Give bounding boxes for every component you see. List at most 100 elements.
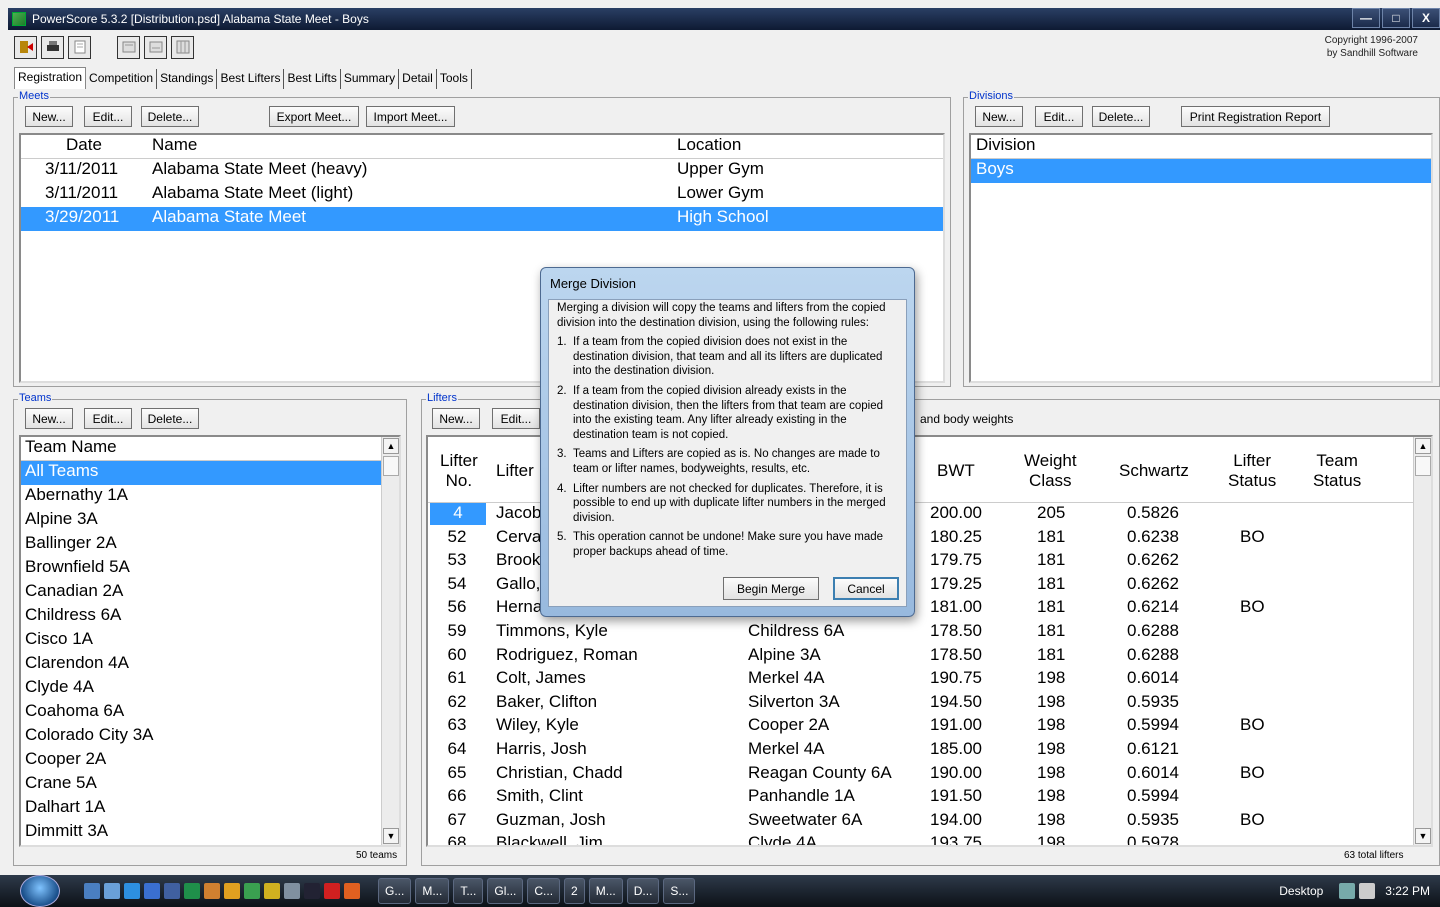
app-launcher-icon[interactable] [164,883,180,899]
column-team-name[interactable]: Team Name [25,437,117,457]
team-row[interactable]: Childress 6A [21,605,381,629]
lifters-scrollbar[interactable]: ▲ ▼ [1413,437,1431,845]
paint-icon[interactable] [204,883,220,899]
lifter-row[interactable]: 66 Smith, Clint Panhandle 1A 191.50 198 0.599… [428,786,1413,810]
team-row[interactable]: Abernathy 1A [21,485,381,509]
column-lifter-no[interactable]: Lifter No. [440,451,478,491]
scroll-thumb[interactable] [1415,456,1431,476]
team-row[interactable]: Cisco 1A [21,629,381,653]
team-row[interactable]: Coahoma 6A [21,701,381,725]
taskbar-item-d[interactable]: D... [626,878,660,904]
column-bwt[interactable]: BWT [937,461,975,481]
tab-best-lifts[interactable]: Best Lifts [284,69,341,89]
column-schwartz[interactable]: Schwartz [1119,461,1189,481]
team-new-button[interactable]: New... [25,408,73,429]
lifter-row[interactable]: 68 Blackwell, Jim Clyde 4A 193.75 198 0.5978 [428,833,1413,845]
grid-icon[interactable] [171,35,194,59]
volume-icon[interactable] [1359,883,1376,899]
begin-merge-button[interactable]: Begin Merge [723,577,819,600]
teams-list[interactable]: Team Name All Teams Abernathy 1A Alpine … [19,435,401,847]
search-icon[interactable] [144,883,160,899]
column-weight-class[interactable]: Weight Class [1024,451,1077,491]
team-row[interactable]: Dimmitt 3A [21,821,381,845]
lifter-row[interactable]: 59 Timmons, Kyle Childress 6A 178.50 181 0.62… [428,621,1413,645]
lifter-row[interactable]: 65 Christian, Chadd Reagan County 6A 190.00… [428,763,1413,787]
meet-row-selected[interactable]: 3/29/2011 Alabama State Meet High School [21,207,943,231]
team-row[interactable]: Crane 5A [21,773,381,797]
team-row[interactable]: Cooper 2A [21,749,381,773]
score-card-icon[interactable] [117,35,140,59]
column-division[interactable]: Division [976,135,1036,155]
meet-edit-button[interactable]: Edit... [84,106,132,127]
tools-icon[interactable] [264,883,280,899]
column-location[interactable]: Location [677,135,741,155]
lifter-row[interactable]: 60 Rodriguez, Roman Alpine 3A 178.50 181 0.62… [428,645,1413,669]
tab-summary[interactable]: Summary [341,69,400,89]
minimize-button[interactable]: — [1352,8,1380,28]
folder-icon[interactable] [224,883,240,899]
taskbar-item-gl[interactable]: Gl... [487,878,524,904]
internet-explorer-icon[interactable] [124,883,140,899]
import-meet-button[interactable]: Import Meet... [366,106,455,127]
taskbar-item-browser[interactable]: G... [378,878,412,904]
switch-windows-icon[interactable] [104,883,120,899]
tab-tools[interactable]: Tools [437,69,472,89]
show-desktop-icon[interactable] [84,883,100,899]
tab-detail[interactable]: Detail [399,69,437,89]
team-row[interactable]: Clyde 4A [21,677,381,701]
taskbar-item-t[interactable]: T... [453,878,484,904]
preview-icon[interactable] [68,35,91,59]
tab-competition[interactable]: Competition [86,69,158,89]
attempt-card-icon[interactable] [144,35,167,59]
scroll-down-arrow-icon[interactable]: ▼ [383,828,399,844]
cancel-button[interactable]: Cancel [833,577,899,600]
team-delete-button[interactable]: Delete... [141,408,199,429]
team-row[interactable]: Dalhart 1A [21,797,381,821]
team-row[interactable]: Colorado City 3A [21,725,381,749]
exit-icon[interactable] [14,35,37,59]
column-date[interactable]: Date [66,135,102,155]
teams-scrollbar[interactable]: ▲ ▼ [381,437,399,845]
lifter-new-button[interactable]: New... [432,408,480,429]
division-delete-button[interactable]: Delete... [1092,106,1150,127]
meet-new-button[interactable]: New... [25,106,73,127]
powerscore-icon[interactable] [244,883,260,899]
tab-standings[interactable]: Standings [157,69,218,89]
division-edit-button[interactable]: Edit... [1035,106,1083,127]
print-icon[interactable] [41,35,64,59]
team-row[interactable]: Clarendon 4A [21,653,381,677]
export-meet-button[interactable]: Export Meet... [269,106,359,127]
team-edit-button[interactable]: Edit... [84,408,132,429]
lifter-row[interactable]: 67 Guzman, Josh Sweetwater 6A 194.00 198 0.59… [428,810,1413,834]
taskbar-item-s[interactable]: S... [663,878,696,904]
team-row-selected[interactable]: All Teams [21,461,381,485]
print-registration-report-button[interactable]: Print Registration Report [1181,106,1330,127]
scroll-up-arrow-icon[interactable]: ▲ [383,438,399,454]
scroll-down-arrow-icon[interactable]: ▼ [1415,828,1431,844]
meet-row[interactable]: 3/11/2011 Alabama State Meet (light) Low… [21,183,943,207]
team-row[interactable]: Brownfield 5A [21,557,381,581]
meet-delete-button[interactable]: Delete... [141,106,199,127]
firefox-icon[interactable] [344,883,360,899]
maximize-button[interactable]: □ [1382,8,1410,28]
taskbar-item-m1[interactable]: M... [415,878,450,904]
close-button[interactable]: X [1412,8,1440,28]
taskbar-item-group[interactable]: 2 [564,878,585,904]
start-orb-icon[interactable] [20,875,60,907]
spreadsheet-icon[interactable] [184,883,200,899]
column-name[interactable]: Name [152,135,197,155]
lifter-row[interactable]: 61 Colt, James Merkel 4A 190.75 198 0.6014 [428,668,1413,692]
title-bar[interactable]: PowerScore 5.3.2 [Distribution.psd] Alab… [8,8,1440,30]
tab-registration[interactable]: Registration [14,67,87,89]
desktop-toolbar[interactable]: Desktop [1279,884,1323,898]
calculator-icon[interactable] [284,883,300,899]
taskbar-item-c[interactable]: C... [527,878,561,904]
taskbar-item-m2[interactable]: M... [588,878,623,904]
lifter-row[interactable]: 62 Baker, Clifton Silverton 3A 194.50 198 0.5… [428,692,1413,716]
division-new-button[interactable]: New... [975,106,1023,127]
scroll-thumb[interactable] [383,456,399,476]
team-row[interactable]: Alpine 3A [21,509,381,533]
column-lifter-status[interactable]: Lifter Status [1228,451,1276,491]
divisions-list[interactable]: Division Boys [969,133,1433,383]
lifter-row[interactable]: 64 Harris, Josh Merkel 4A 185.00 198 0.6121 [428,739,1413,763]
